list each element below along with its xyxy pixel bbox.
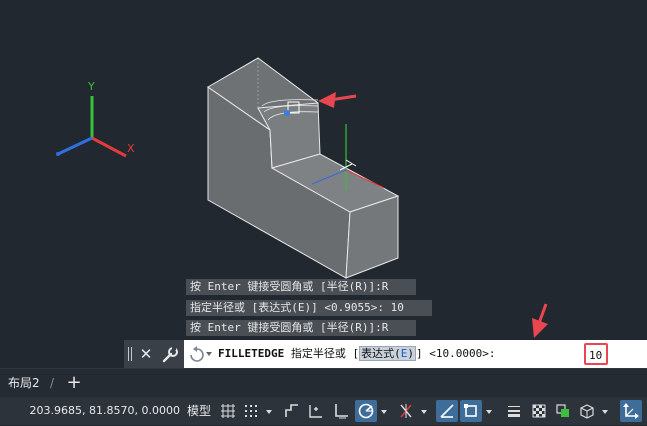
dynamic-input-icon[interactable] bbox=[281, 400, 303, 422]
transparency-icon[interactable] bbox=[528, 400, 550, 422]
ucs-y-label: Y bbox=[87, 80, 95, 93]
command-line: ✕ FILLETEDGE 指定半径或 [表达式(E)] <10.0000>: 1… bbox=[124, 340, 647, 368]
add-layout-button[interactable]: + bbox=[64, 369, 84, 397]
lineweight-icon[interactable] bbox=[503, 400, 525, 422]
selection-cycling-icon[interactable] bbox=[552, 400, 574, 422]
layout-tab-bar: 布局2 / + bbox=[0, 368, 647, 397]
ortho-icon[interactable] bbox=[330, 400, 352, 422]
ucs-icon: Y X bbox=[56, 80, 135, 158]
tab-layout2[interactable]: 布局2 bbox=[8, 369, 40, 397]
fillet-grip[interactable] bbox=[284, 110, 290, 116]
solid-model[interactable] bbox=[207, 57, 400, 279]
wrench-icon[interactable] bbox=[160, 343, 180, 365]
grid-icon[interactable] bbox=[217, 400, 239, 422]
tab-separator: / bbox=[50, 376, 55, 390]
command-line-handle: ✕ bbox=[124, 340, 184, 368]
annotation-arrow-input bbox=[532, 303, 548, 338]
chevron-down-icon[interactable] bbox=[419, 400, 429, 422]
recent-commands-dropdown[interactable] bbox=[188, 346, 214, 362]
radius-input-value[interactable]: 10 bbox=[584, 343, 608, 365]
snap-icon[interactable] bbox=[240, 400, 262, 422]
annotation-arrow-fillet bbox=[318, 92, 357, 108]
close-icon[interactable]: ✕ bbox=[138, 343, 154, 365]
object-snap-icon[interactable] bbox=[460, 400, 482, 422]
dynamic-ucs-icon[interactable] bbox=[620, 400, 642, 422]
command-history-line: 指定半径或 [表达式(E)] <0.9055>: 10 bbox=[186, 300, 432, 316]
model-space-button[interactable]: 模型 bbox=[186, 401, 212, 421]
chevron-down-icon[interactable] bbox=[600, 400, 610, 422]
command-name: FILLETEDGE bbox=[218, 347, 285, 360]
polar-tracking-icon[interactable] bbox=[355, 400, 377, 422]
chevron-down-icon[interactable] bbox=[484, 400, 494, 422]
status-bar: 203.9685, 81.8570, 0.0000 模型 bbox=[0, 397, 647, 425]
command-history-line: 按 Enter 键接受圆角或 [半径(R)]:R bbox=[186, 320, 416, 336]
command-prompt: FILLETEDGE 指定半径或 [表达式(E)] <10.0000>: bbox=[218, 340, 502, 368]
prompt-text: 指定半径或 [ bbox=[284, 347, 360, 360]
command-history-line: 按 Enter 键接受圆角或 [半径(R)]:R bbox=[186, 279, 416, 295]
isodraft-icon[interactable] bbox=[395, 400, 417, 422]
grip-handle[interactable] bbox=[128, 347, 134, 361]
object-snap-tracking-icon[interactable] bbox=[436, 400, 458, 422]
coordinate-readout[interactable]: 203.9685, 81.8570, 0.0000 bbox=[2, 401, 180, 421]
option-label: 表达式( bbox=[361, 347, 401, 360]
chevron-down-icon[interactable] bbox=[264, 400, 274, 422]
ucs-x-label: X bbox=[127, 142, 135, 155]
prompt-text-default: ] <10.0000>: bbox=[415, 347, 503, 360]
chevron-down-icon[interactable] bbox=[379, 400, 389, 422]
infer-constraints-icon[interactable] bbox=[305, 400, 327, 422]
command-input-area[interactable]: FILLETEDGE 指定半径或 [表达式(E)] <10.0000>: 10 bbox=[184, 340, 647, 368]
option-expression[interactable]: 表达式(E) bbox=[359, 346, 416, 361]
option-close: ) bbox=[407, 347, 414, 360]
3d-object-snap-icon[interactable] bbox=[576, 400, 598, 422]
